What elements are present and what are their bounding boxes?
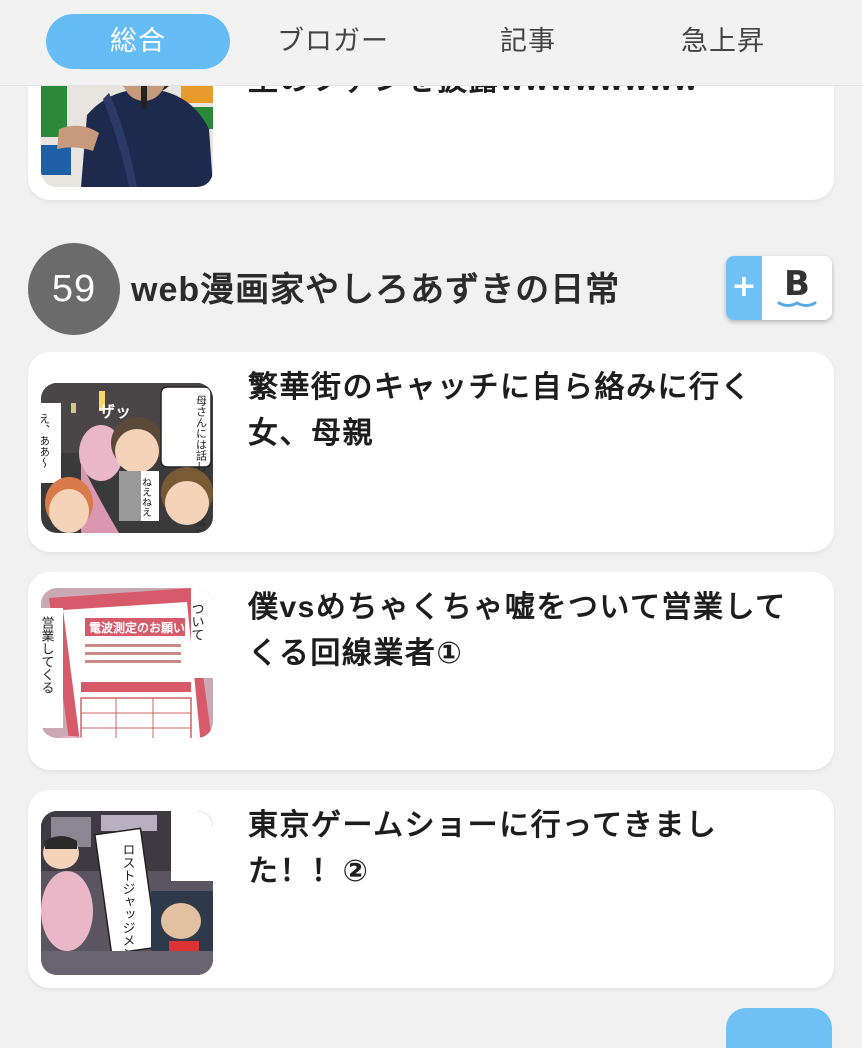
hatena-bookmark-button[interactable] <box>726 1008 832 1048</box>
article-title: 東京ゲームショーに行ってきました！！② <box>248 809 718 888</box>
book-icon <box>777 301 817 307</box>
hatena-bookmark-button[interactable]: + B <box>726 256 832 320</box>
hatena-b-label: B <box>784 264 810 304</box>
top-tab-bar: 総合 ブロガー 記事 急上昇 <box>0 0 862 86</box>
tab-articles[interactable]: 記事 <box>443 14 613 69</box>
tab-trending[interactable]: 急上昇 <box>638 14 808 69</box>
article-card[interactable]: え、ああ〜 母さんには話しかけてこないね!! ザッ ねえねえ 繁華街のキャッチに… <box>28 352 834 552</box>
thumb-text: 営業してくる <box>41 616 54 694</box>
hatena-b-icon: B <box>762 256 832 320</box>
article-card[interactable]: 電波測定のお願い 営業してくる ついて 僕vsめちゃくちゃ嘘をついて営業してくる… <box>28 572 834 770</box>
tab-bloggers[interactable]: ブロガー <box>248 14 418 69</box>
plus-icon: + <box>726 256 762 320</box>
article-title: 僕vsめちゃくちゃ嘘をついて営業してくる回線業者① <box>248 591 787 670</box>
thumb-text: ねえねえ <box>140 477 152 517</box>
thumb-text: ついて <box>189 602 204 641</box>
manga-thumbnail-icon: ロストジャッジメント <box>41 811 213 975</box>
rank-badge: 59 <box>28 243 120 335</box>
tab-overall[interactable]: 総合 <box>46 14 230 69</box>
manga-thumbnail-icon: 電波測定のお願い 営業してくる ついて <box>41 588 213 738</box>
thumb-text: 電波測定のお願い <box>89 620 185 635</box>
manga-thumbnail-icon: え、ああ〜 母さんには話しかけてこないね!! ザッ ねえねえ <box>41 383 213 533</box>
thumb-text: ザッ <box>99 402 131 421</box>
article-title: 繁華街のキャッチに自ら絡みに行く女、母親 <box>248 371 752 450</box>
thumb-text: え、ああ〜 <box>41 413 51 468</box>
blog-name[interactable]: web漫画家やしろあずきの日常 <box>131 262 620 318</box>
article-card[interactable]: ロストジャッジメント 東京ゲームショーに行ってきました！！② <box>28 790 834 988</box>
